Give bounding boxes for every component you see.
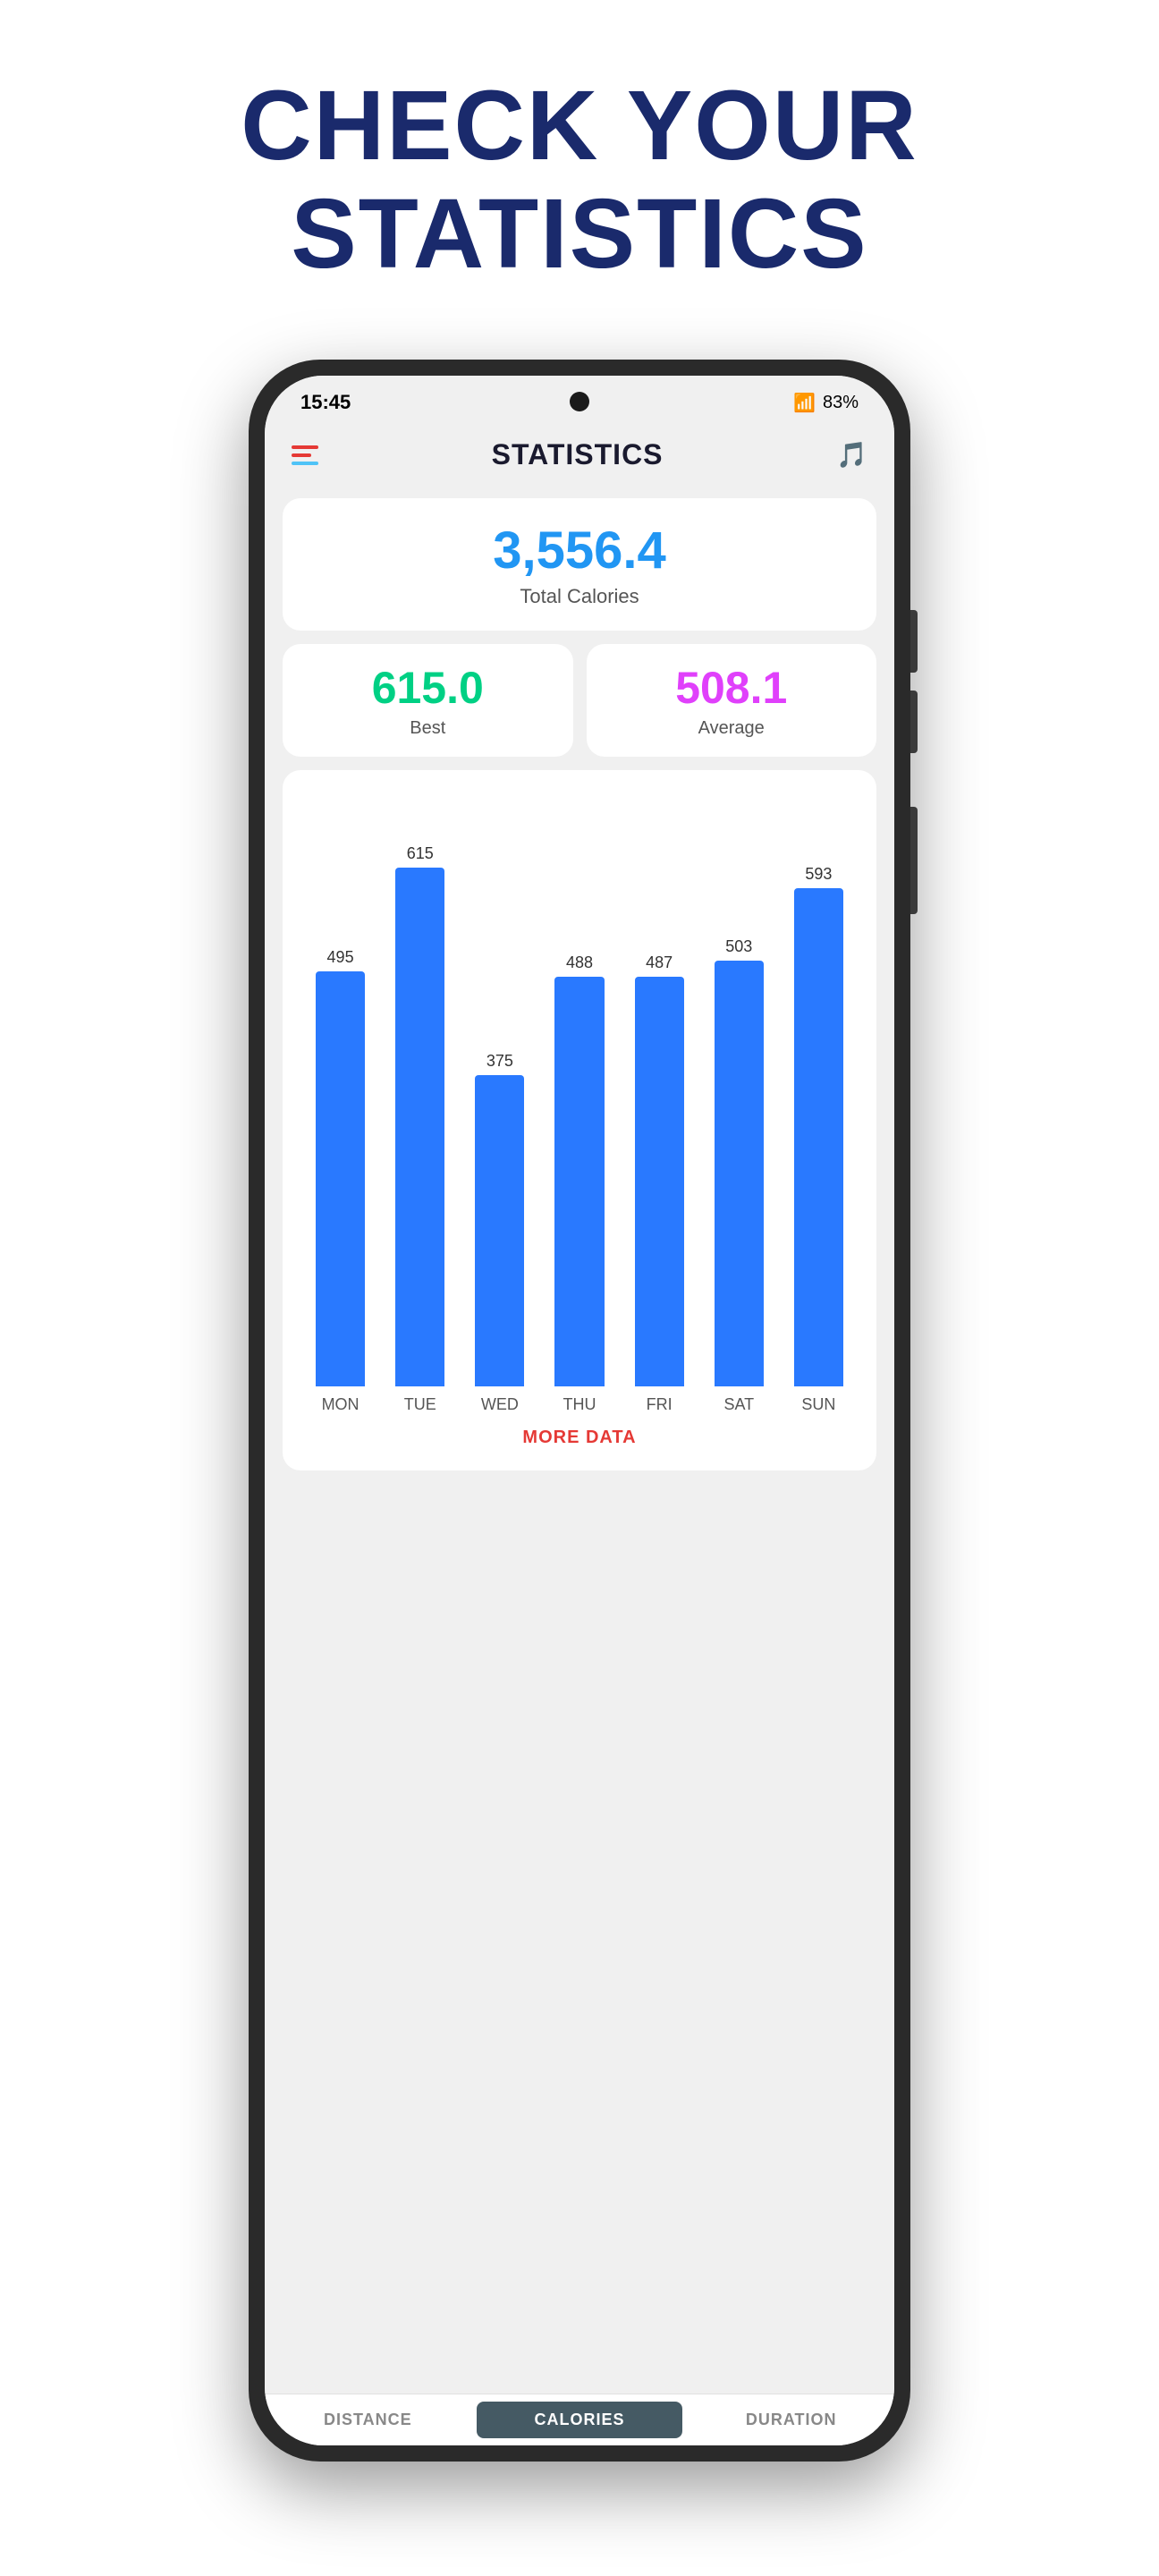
battery-icon: 83% bbox=[823, 393, 859, 413]
bar-chart-card: 495 615 375 488 487 503 593 MONTUEWEDTHUFRISAT… bbox=[283, 770, 876, 1470]
phone-screen: 15:45 📶 83% STATISTICS 🎵 3,556.4 Total C… bbox=[265, 376, 894, 2445]
bar-group-sun: 593 bbox=[779, 788, 859, 1386]
music-icon[interactable]: 🎵 bbox=[836, 440, 867, 470]
bar-group-fri: 487 bbox=[620, 788, 699, 1386]
status-time: 15:45 bbox=[300, 391, 351, 414]
bar-thu bbox=[554, 977, 604, 1386]
total-calories-label: Total Calories bbox=[305, 585, 854, 608]
bar-value-wed: 375 bbox=[486, 1052, 513, 1071]
app-header: STATISTICS 🎵 bbox=[265, 429, 894, 489]
bar-value-sat: 503 bbox=[725, 937, 752, 956]
bottom-tabs: DISTANCE CALORIES DURATION bbox=[265, 2394, 894, 2445]
average-card: 508.1 Average bbox=[587, 644, 877, 757]
app-content: 3,556.4 Total Calories 615.0 Best 508.1 … bbox=[265, 489, 894, 2394]
bar-group-thu: 488 bbox=[539, 788, 619, 1386]
volume-down-button[interactable] bbox=[910, 691, 918, 753]
x-label-thu: THU bbox=[539, 1395, 619, 1414]
stats-row: 615.0 Best 508.1 Average bbox=[283, 644, 876, 757]
power-button[interactable] bbox=[910, 807, 918, 914]
camera-dot bbox=[570, 392, 589, 411]
volume-up-button[interactable] bbox=[910, 610, 918, 673]
bars-container: 495 615 375 488 487 503 593 bbox=[300, 788, 859, 1386]
tab-distance[interactable]: DISTANCE bbox=[265, 2394, 471, 2445]
bar-value-thu: 488 bbox=[566, 953, 593, 972]
more-data-button[interactable]: MORE DATA bbox=[522, 1428, 636, 1447]
best-value: 615.0 bbox=[300, 662, 555, 714]
tab-duration[interactable]: DURATION bbox=[688, 2394, 894, 2445]
best-label: Best bbox=[300, 718, 555, 739]
bar-group-mon: 495 bbox=[300, 788, 380, 1386]
phone-mockup: 15:45 📶 83% STATISTICS 🎵 3,556.4 Total C… bbox=[249, 360, 910, 2462]
hero-title: CHECK YOUR STATISTICS bbox=[241, 72, 918, 288]
x-label-wed: WED bbox=[460, 1395, 539, 1414]
bar-value-mon: 495 bbox=[327, 948, 354, 967]
x-label-mon: MON bbox=[300, 1395, 380, 1414]
status-icons: 📶 83% bbox=[793, 392, 859, 414]
bar-group-tue: 615 bbox=[380, 788, 460, 1386]
average-label: Average bbox=[605, 718, 859, 739]
x-axis-labels: MONTUEWEDTHUFRISATSUN bbox=[300, 1386, 859, 1414]
bar-mon bbox=[316, 971, 365, 1386]
bar-fri bbox=[635, 977, 684, 1386]
more-data-row: MORE DATA bbox=[300, 1414, 859, 1462]
bar-group-sat: 503 bbox=[699, 788, 779, 1386]
chart-area: 495 615 375 488 487 503 593 MONTUEWEDTHUFRISAT… bbox=[300, 788, 859, 1414]
bar-value-tue: 615 bbox=[407, 844, 434, 863]
average-value: 508.1 bbox=[605, 662, 859, 714]
status-bar: 15:45 📶 83% bbox=[265, 376, 894, 429]
bar-wed bbox=[475, 1075, 524, 1386]
page-title: STATISTICS bbox=[492, 438, 664, 471]
total-calories-value: 3,556.4 bbox=[305, 521, 854, 580]
x-label-sat: SAT bbox=[699, 1395, 779, 1414]
x-label-tue: TUE bbox=[380, 1395, 460, 1414]
best-card: 615.0 Best bbox=[283, 644, 573, 757]
bar-sun bbox=[794, 888, 843, 1386]
total-calories-card: 3,556.4 Total Calories bbox=[283, 498, 876, 631]
x-label-fri: FRI bbox=[620, 1395, 699, 1414]
x-label-sun: SUN bbox=[779, 1395, 859, 1414]
bar-group-wed: 375 bbox=[460, 788, 539, 1386]
bar-tue bbox=[395, 868, 444, 1386]
tab-calories[interactable]: CALORIES bbox=[477, 2402, 683, 2438]
menu-icon[interactable] bbox=[292, 445, 318, 465]
signal-icon: 📶 bbox=[793, 392, 816, 414]
bar-value-fri: 487 bbox=[646, 953, 673, 972]
bar-value-sun: 593 bbox=[805, 865, 832, 884]
bar-sat bbox=[715, 961, 764, 1386]
